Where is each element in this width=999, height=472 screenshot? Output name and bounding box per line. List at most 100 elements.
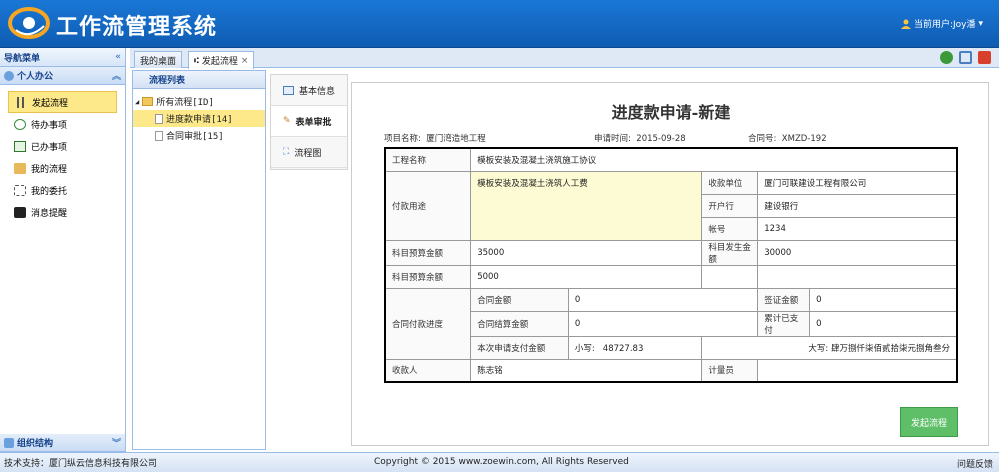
budget-spent-value[interactable]: 30000 bbox=[757, 239, 958, 266]
tree-root[interactable]: ◢ 所有流程[ID] bbox=[133, 93, 265, 110]
folder-open-icon bbox=[142, 97, 154, 106]
maximize-icon[interactable] bbox=[959, 51, 972, 64]
field-label: 收款人 bbox=[384, 358, 472, 383]
app-title: 工作流管理系统 bbox=[56, 15, 218, 40]
payee-unit-value[interactable]: 厦门可联建设工程有限公司 bbox=[757, 170, 958, 195]
meta-label: 合同号: bbox=[748, 134, 777, 144]
flow-start-icon: ⑆ bbox=[194, 56, 199, 65]
lowercase-label: 小写: bbox=[574, 343, 595, 354]
feedback-link[interactable]: 问题反馈 bbox=[957, 457, 993, 470]
sidebar-item-label: 已办事项 bbox=[31, 142, 68, 153]
meta-value: 2015-09-28 bbox=[636, 134, 686, 144]
sidebar-item-label: 发起流程 bbox=[32, 98, 69, 109]
current-user-menu[interactable]: 当前用户:Joy潘 ▾ bbox=[900, 17, 983, 30]
close-icon[interactable]: × bbox=[241, 56, 249, 66]
budget-total-value[interactable]: 35000 bbox=[470, 239, 703, 266]
toolbar bbox=[940, 51, 991, 64]
tree-item-label: 合同审批[15] bbox=[166, 132, 224, 142]
chevron-down-icon: ▾ bbox=[978, 18, 983, 29]
flow-start-icon bbox=[15, 96, 27, 108]
sidebar-item-done[interactable]: 已办事项 bbox=[0, 135, 125, 157]
sidebar-item-label: 待办事项 bbox=[31, 120, 68, 131]
section-personal-office[interactable]: 个人办公 ︽ bbox=[0, 67, 125, 85]
edit-pencil-icon: ✎ bbox=[283, 116, 291, 126]
field-label: 科目预算金额 bbox=[384, 239, 472, 266]
empty-cell bbox=[757, 264, 958, 289]
meta-value: 厦门湾造地工程 bbox=[426, 134, 486, 144]
budget-remain-value[interactable]: 5000 bbox=[470, 264, 703, 289]
collapse-section-icon[interactable]: ︽ bbox=[112, 69, 121, 82]
contract-amount-value[interactable]: 0 bbox=[567, 287, 759, 312]
sidebar-item-label: 我的委托 bbox=[31, 186, 68, 197]
triangle-down-icon: ◢ bbox=[135, 97, 140, 106]
apply-date-meta: 申请时间: 2015-09-28 bbox=[594, 132, 686, 144]
refresh-icon[interactable] bbox=[940, 51, 953, 64]
paid-total-value[interactable]: 0 bbox=[809, 310, 958, 337]
app-window: 工作流管理系统 当前用户:Joy潘 ▾ 导航菜单 « 个人办公 ︽ 发起流程 待… bbox=[0, 0, 999, 472]
meter-value[interactable] bbox=[757, 358, 958, 383]
lowercase-value: 48727.83 bbox=[602, 343, 644, 354]
field-label: 合同金额 bbox=[470, 287, 569, 312]
logo-icon bbox=[8, 7, 50, 39]
settle-amount-value[interactable]: 0 bbox=[567, 310, 759, 337]
org-icon bbox=[4, 437, 14, 448]
field-label: 合同付款进度 bbox=[384, 287, 472, 360]
bank-value[interactable]: 建设银行 bbox=[757, 193, 958, 218]
sidebar-item-my-flows[interactable]: 我的流程 bbox=[0, 157, 125, 179]
sidebar-item-todo[interactable]: 待办事项 bbox=[0, 113, 125, 135]
form-title: 进度款申请-新建 bbox=[611, 103, 731, 122]
uppercase-value: 肆万捌仟柒佰贰拾柒元捌角叁分 bbox=[830, 343, 950, 354]
sidebar-item-start-flow[interactable]: 发起流程 bbox=[8, 91, 117, 113]
copyright-text: Copyright © 2015 www.zoewin.com, All Rig… bbox=[374, 457, 629, 467]
visa-amount-value[interactable]: 0 bbox=[809, 287, 958, 312]
purpose-textarea[interactable]: 模板安装及混凝土浇筑人工费 bbox=[470, 170, 703, 241]
collapse-sidebar-icon[interactable]: « bbox=[115, 52, 121, 62]
sidebar: 导航菜单 « 个人办公 ︽ 发起流程 待办事项 已办事项 我的流程 我的委托 消… bbox=[0, 48, 126, 452]
receiver-value[interactable]: 陈志铭 bbox=[470, 358, 703, 383]
field-label: 累计已支付 bbox=[757, 310, 811, 337]
section-title: 个人办公 bbox=[17, 72, 54, 82]
clock-icon bbox=[14, 118, 26, 130]
sidebar-item-label: 消息提醒 bbox=[31, 208, 68, 219]
sidebar-item-delegation[interactable]: 我的委托 bbox=[0, 179, 125, 201]
section-title: 组织结构 bbox=[17, 439, 54, 449]
tree-title: 流程列表 bbox=[133, 71, 265, 89]
tree-item-label: 进度款申请[14] bbox=[166, 115, 233, 125]
app-header: 工作流管理系统 当前用户:Joy潘 ▾ bbox=[0, 0, 999, 48]
delegate-icon bbox=[14, 184, 26, 196]
field-label: 本次申请支付金额 bbox=[470, 335, 569, 360]
expand-section-icon[interactable]: ︾ bbox=[112, 436, 121, 449]
tab-flow-chart[interactable]: ⛶ 流程图 bbox=[271, 137, 347, 168]
field-label: 签证金额 bbox=[757, 287, 811, 312]
close-window-icon[interactable] bbox=[978, 51, 991, 64]
checklist-icon bbox=[14, 140, 26, 152]
section-org-structure[interactable]: 组织结构 ︾ bbox=[0, 434, 125, 452]
field-label: 帐号 bbox=[701, 216, 759, 241]
tab-basic-info[interactable]: 基本信息 bbox=[271, 75, 347, 106]
tab-my-desktop[interactable]: 我的桌面 bbox=[134, 51, 183, 68]
tab-start-flow[interactable]: ⑆ 发起流程 × bbox=[188, 51, 255, 69]
message-icon bbox=[14, 206, 26, 218]
flow-tree-panel: 流程列表 ◢ 所有流程[ID] 进度款申请[14] 合同审批[15] bbox=[132, 70, 266, 450]
meta-label: 项目名称: bbox=[384, 134, 421, 144]
tab-form-approval[interactable]: ✎ 表单审批 bbox=[271, 106, 347, 137]
document-icon bbox=[155, 130, 163, 141]
field-label: 合同结算金额 bbox=[470, 310, 569, 337]
meta-value: XMZD-192 bbox=[781, 134, 827, 144]
tab-label: 流程图 bbox=[294, 148, 322, 159]
tab-bar: 我的桌面 ⑆ 发起流程 × bbox=[130, 48, 999, 69]
amount-lowercase[interactable]: 小写: 48727.83 bbox=[567, 335, 703, 360]
document-icon bbox=[155, 113, 163, 124]
field-label: 付款用途 bbox=[384, 170, 472, 241]
footer: 技术支持：厦门纵云信息科技有限公司 Copyright © 2015 www.z… bbox=[0, 452, 999, 472]
account-value[interactable]: 1234 bbox=[757, 216, 958, 241]
start-flow-button[interactable]: 发起流程 bbox=[900, 407, 958, 437]
info-card-icon bbox=[283, 85, 294, 95]
tree-item-contract-approval[interactable]: 合同审批[15] bbox=[133, 127, 265, 144]
tree-item-progress-payment[interactable]: 进度款申请[14] bbox=[133, 110, 265, 127]
sidebar-item-label: 我的流程 bbox=[31, 164, 68, 175]
tab-label: 我的桌面 bbox=[140, 56, 177, 67]
tab-label: 基本信息 bbox=[299, 86, 336, 97]
sidebar-title: 导航菜单 bbox=[4, 53, 41, 64]
sidebar-item-messages[interactable]: 消息提醒 bbox=[0, 201, 125, 223]
